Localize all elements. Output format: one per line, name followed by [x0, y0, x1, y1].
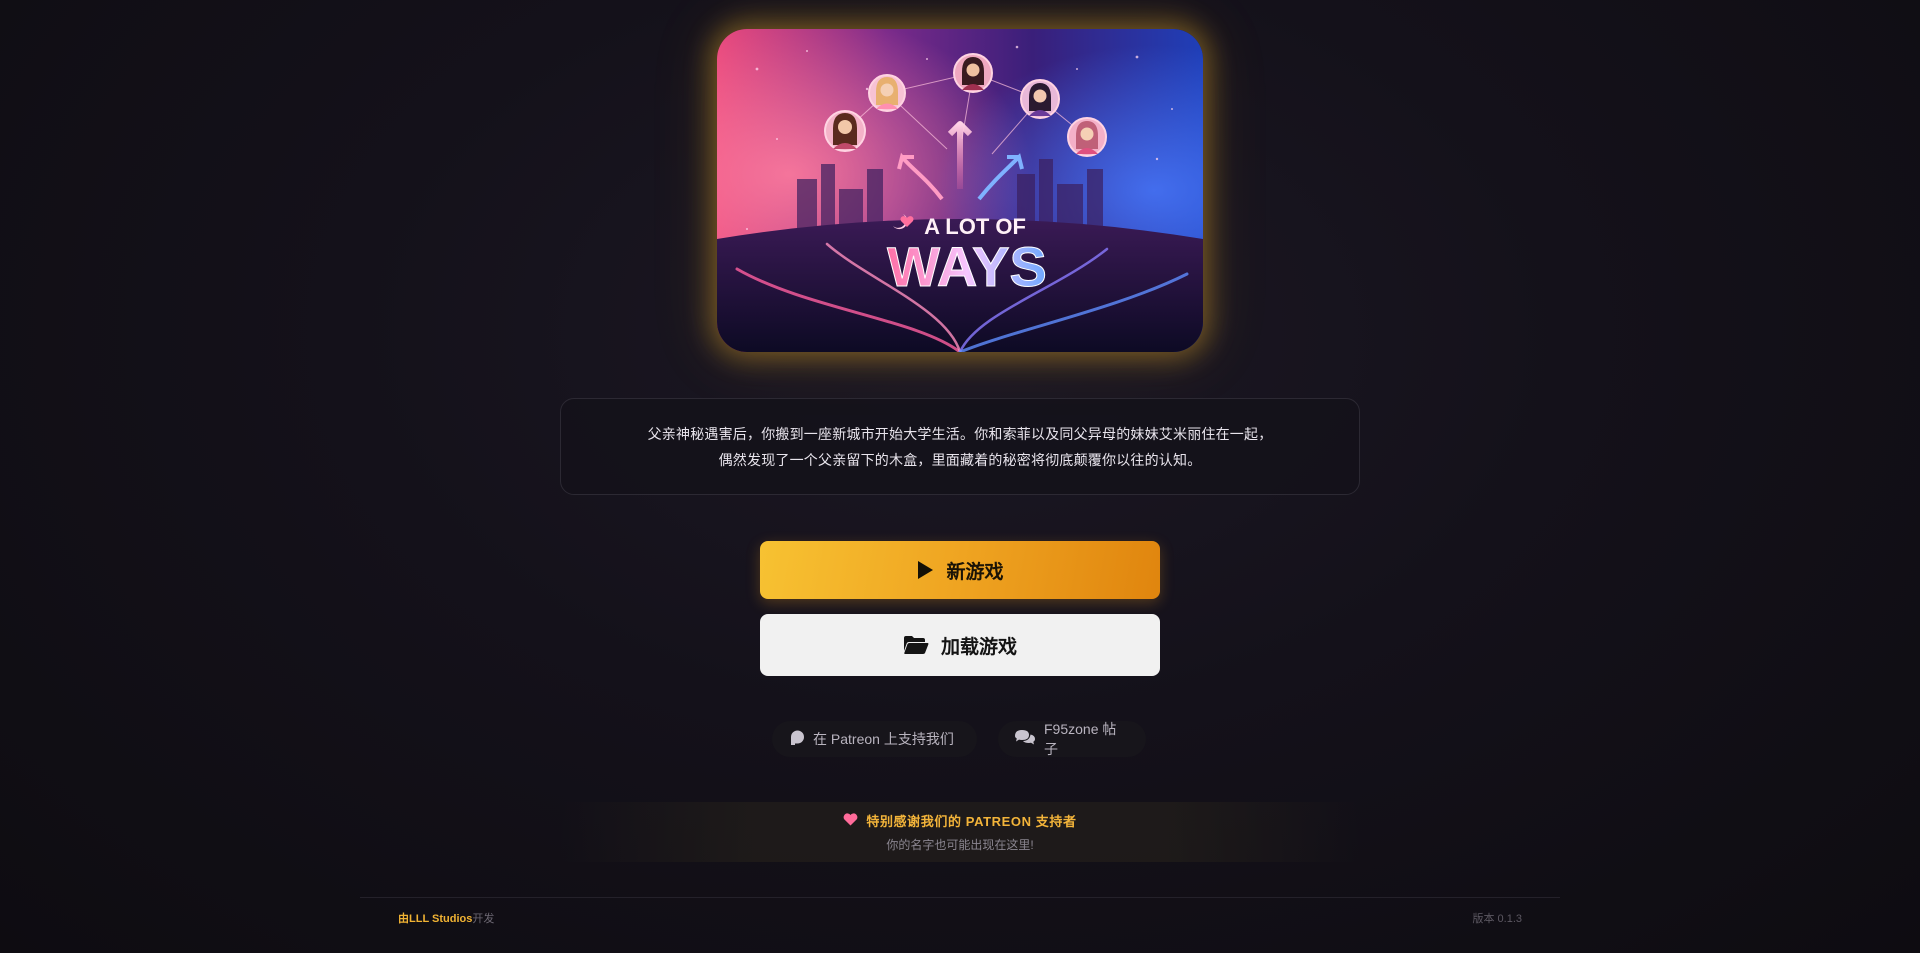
- f95zone-link-label: F95zone 帖子: [1044, 721, 1117, 757]
- developer-suffix: 开发: [472, 912, 495, 925]
- story-description: 父亲神秘遇害后，你搬到一座新城市开始大学生活。你和索菲以及同父异母的妹妹艾米丽住…: [560, 398, 1360, 495]
- load-game-label: 加载游戏: [940, 636, 1017, 658]
- thanks-title-text: 特别感谢我们的 PATREON 支持者: [866, 814, 1077, 829]
- new-game-label: 新游戏: [946, 561, 1004, 583]
- folder-open-icon: [903, 635, 929, 655]
- version-label: 版本 0.1.3: [1472, 912, 1522, 925]
- f95zone-link[interactable]: F95zone 帖子: [998, 721, 1146, 757]
- patreon-link-label: 在 Patreon 上支持我们: [813, 731, 954, 747]
- play-icon: [916, 560, 934, 580]
- new-game-button[interactable]: 新游戏: [760, 541, 1160, 599]
- game-cover-image: A LOT OF WAYS: [717, 29, 1203, 352]
- load-game-button[interactable]: 加载游戏: [760, 614, 1160, 676]
- developer-credit: 由LLL Studios开发: [398, 910, 494, 926]
- description-line-2: 偶然发现了一个父亲留下的木盒，里面藏着的秘密将彻底颠覆你以往的认知。: [718, 451, 1202, 468]
- cover-logo-line2: WAYS: [887, 235, 1047, 298]
- footer: 由LLL Studios开发 版本 0.1.3: [360, 897, 1560, 937]
- developer-brand: 由LLL Studios: [398, 912, 473, 925]
- heart-icon: [843, 812, 858, 829]
- patreon-icon: [788, 729, 805, 749]
- comments-icon: [1014, 729, 1036, 749]
- description-line-1: 父亲神秘遇害后，你搬到一座新城市开始大学生活。你和索菲以及同父异母的妹妹艾米丽住…: [647, 425, 1273, 442]
- patreon-link[interactable]: 在 Patreon 上支持我们: [772, 721, 977, 757]
- thanks-subtitle: 你的名字也可能出现在这里!: [886, 838, 1034, 852]
- patreon-thanks-section: 特别感谢我们的 PATREON 支持者 你的名字也可能出现在这里!: [560, 802, 1360, 862]
- thanks-title: 特别感谢我们的 PATREON 支持者: [843, 811, 1076, 830]
